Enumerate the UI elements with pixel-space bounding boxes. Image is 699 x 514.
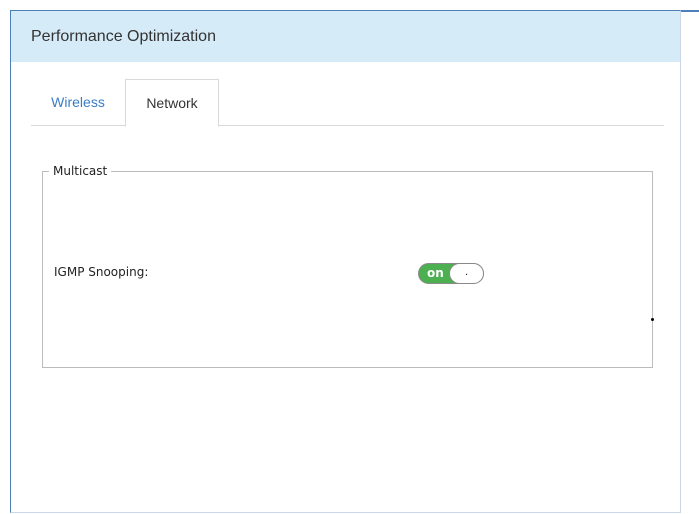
- panel-title: Performance Optimization: [11, 11, 680, 62]
- toggle-state-label: on: [427, 266, 444, 280]
- tab-network[interactable]: Network: [125, 79, 219, 127]
- multicast-legend: Multicast: [49, 163, 112, 179]
- tab-wireless[interactable]: Wireless: [31, 79, 125, 126]
- toggle-knob-icon: .: [449, 263, 484, 284]
- multicast-fieldset: Multicast IGMP Snooping: on .: [42, 163, 653, 368]
- igmp-snooping-label: IGMP Snooping:: [54, 265, 149, 279]
- tab-bar: Wireless Network: [31, 79, 664, 127]
- window-edge-accent: [681, 10, 699, 12]
- stray-dot: [651, 318, 654, 321]
- igmp-snooping-toggle[interactable]: on .: [418, 263, 484, 284]
